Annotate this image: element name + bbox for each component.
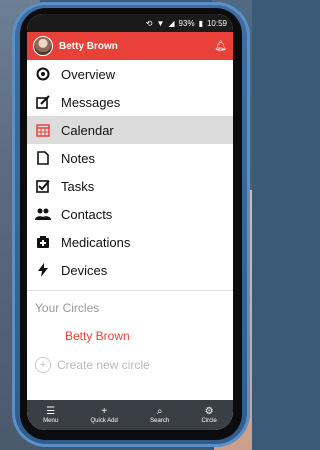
- plus-icon: +: [101, 405, 108, 417]
- nav-label: Search: [150, 417, 170, 424]
- overview-icon: [35, 66, 51, 82]
- avatar[interactable]: [33, 36, 53, 56]
- menu-item-label: Calendar: [61, 122, 114, 138]
- menu-item-label: Overview: [61, 66, 116, 82]
- create-circle-label: Create new circle: [57, 358, 150, 372]
- battery-level: 93%: [178, 18, 195, 28]
- nav-quick-add-button[interactable]: + Quick Add: [90, 405, 118, 424]
- contacts-icon: [35, 206, 51, 222]
- menu-item-label: Messages: [61, 94, 121, 110]
- devices-icon: [35, 262, 51, 278]
- gear-icon: ⚙: [204, 405, 214, 417]
- menu-item-contacts[interactable]: Contacts: [27, 200, 233, 228]
- calendar-icon: [35, 122, 51, 138]
- nav-label: Quick Add: [90, 417, 118, 424]
- wifi-icon: ▼: [156, 18, 165, 28]
- menu-item-notes[interactable]: Notes: [27, 144, 233, 172]
- nav-menu-button[interactable]: ☰ Menu: [43, 405, 59, 424]
- app-screen: ⟲ ▼ ◢ 93% ▮ 10:59 Betty Brown 🔔︎ Overvie…: [27, 14, 233, 430]
- menu-item-calendar[interactable]: Calendar: [27, 116, 233, 144]
- menu-icon: ☰: [46, 405, 56, 417]
- menu-item-label: Contacts: [61, 206, 113, 222]
- menu-item-medications[interactable]: Medications: [27, 228, 233, 256]
- menu-item-label: Notes: [61, 150, 95, 166]
- app-header: Betty Brown 🔔︎: [27, 32, 233, 60]
- divider: [27, 290, 233, 291]
- menu-item-label: Medications: [61, 234, 131, 250]
- notification-bell-icon[interactable]: 🔔︎: [214, 41, 227, 52]
- menu-item-tasks[interactable]: Tasks: [27, 172, 233, 200]
- menu-item-messages[interactable]: Messages: [27, 88, 233, 116]
- bottom-navigation: ☰ Menu + Quick Add ⌕ Search ⚙ Circle: [27, 400, 233, 430]
- create-circle-button[interactable]: + Create new circle: [27, 351, 233, 379]
- nav-label: Circle: [201, 417, 217, 424]
- user-name[interactable]: Betty Brown: [59, 41, 208, 52]
- nav-search-button[interactable]: ⌕ Search: [150, 405, 170, 424]
- nav-label: Menu: [43, 417, 59, 424]
- circles-heading: Your Circles: [35, 301, 100, 315]
- clock: 10:59: [206, 18, 227, 28]
- battery-icon: ▮: [198, 18, 203, 28]
- side-menu: Overview Messages Calendar Notes Tasks C…: [27, 60, 233, 284]
- menu-item-overview[interactable]: Overview: [27, 60, 233, 88]
- tasks-icon: [35, 178, 51, 194]
- plus-circle-icon: +: [35, 357, 51, 373]
- menu-item-label: Devices: [61, 262, 108, 278]
- messages-icon: [35, 94, 51, 110]
- search-icon: ⌕: [156, 405, 163, 417]
- circle-item[interactable]: Betty Brown: [27, 321, 233, 351]
- menu-item-devices[interactable]: Devices: [27, 256, 233, 284]
- menu-item-label: Tasks: [61, 178, 95, 194]
- sync-icon: ⟲: [145, 18, 153, 28]
- status-bar: ⟲ ▼ ◢ 93% ▮ 10:59: [27, 14, 233, 32]
- nav-circle-button[interactable]: ⚙ Circle: [201, 405, 217, 424]
- notes-icon: [35, 150, 51, 166]
- medications-icon: [35, 234, 51, 250]
- signal-icon: ◢: [168, 18, 175, 28]
